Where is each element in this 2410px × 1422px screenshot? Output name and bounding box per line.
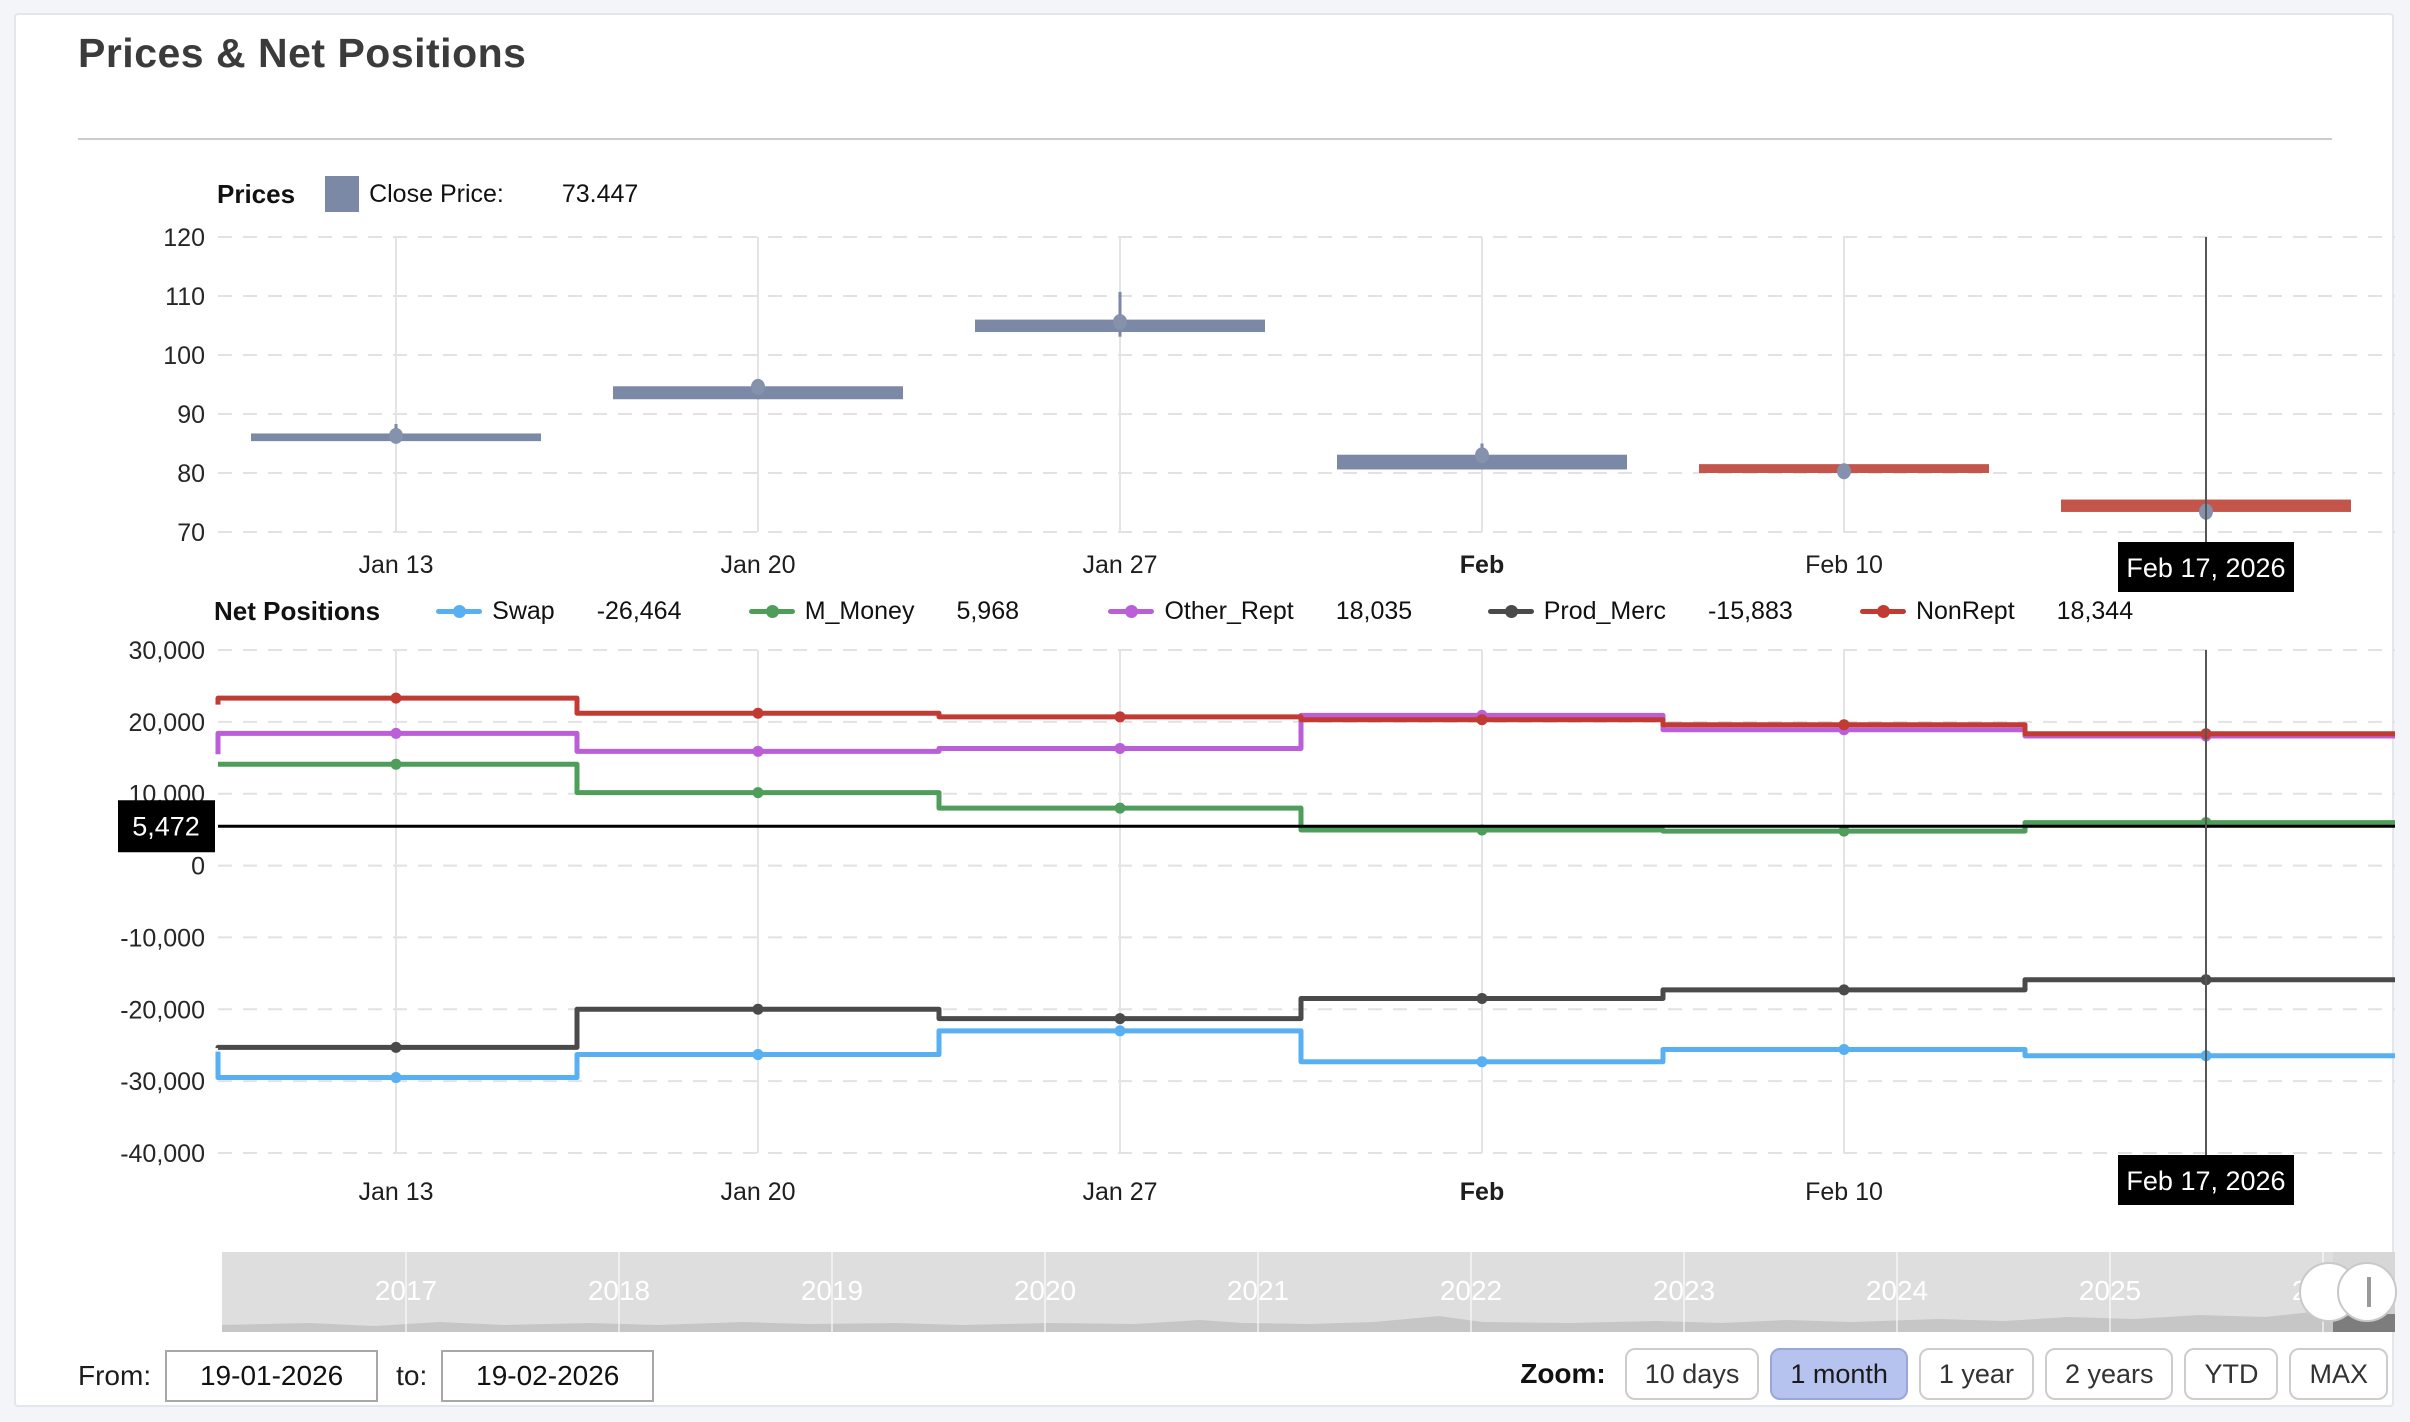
- to-label: to:: [396, 1360, 427, 1392]
- svg-text:Feb 17, 2026: Feb 17, 2026: [2126, 1166, 2285, 1196]
- zoom-buttons: 10 days1 month1 year2 yearsYTDMAX: [1614, 1348, 2388, 1400]
- series-point-swap[interactable]: [391, 1072, 402, 1083]
- price-chart: 120 110 100 90 80 70 Jan 13 Jan 20 Jan 27 Feb Feb …: [163, 224, 2395, 592]
- zoom-button-1-year[interactable]: 1 year: [1919, 1348, 2034, 1400]
- svg-text:70: 70: [177, 519, 205, 547]
- series-point-swap[interactable]: [1477, 1056, 1488, 1067]
- series-point-other_rept[interactable]: [391, 728, 402, 739]
- series-point-swap[interactable]: [1839, 1044, 1850, 1055]
- candle-jan-27[interactable]: [975, 292, 1265, 337]
- svg-text:100: 100: [163, 342, 205, 370]
- svg-text:Feb 10: Feb 10: [1805, 551, 1883, 579]
- charts-canvas: 120 110 100 90 80 70 Jan 13 Jan 20 Jan 27 Feb Feb …: [0, 0, 2410, 1422]
- svg-text:2023: 2023: [1653, 1275, 1715, 1306]
- svg-text:110: 110: [165, 283, 205, 311]
- svg-text:Jan 13: Jan 13: [358, 551, 433, 579]
- svg-text:2022: 2022: [1440, 1275, 1502, 1306]
- zoom-button-ytd[interactable]: YTD: [2184, 1348, 2278, 1400]
- series-line-swap[interactable]: [218, 1031, 2395, 1078]
- series-point-prod_merc[interactable]: [1839, 984, 1850, 995]
- svg-text:Feb: Feb: [1460, 1178, 1504, 1206]
- series-point-prod_merc[interactable]: [753, 1004, 764, 1015]
- candle-jan-20[interactable]: [613, 379, 903, 399]
- svg-text:2025: 2025: [2079, 1275, 2141, 1306]
- series-point-other_rept[interactable]: [1115, 743, 1126, 754]
- zoom-button-10-days[interactable]: 10 days: [1625, 1348, 1760, 1400]
- series-point-nonrept[interactable]: [1115, 711, 1126, 722]
- series-point-swap[interactable]: [753, 1049, 764, 1060]
- candle-feb-10[interactable]: [1699, 463, 1989, 479]
- series-point-m_money[interactable]: [391, 759, 402, 770]
- navigator[interactable]: 2017201820192020202120222023202420252026: [222, 1252, 2396, 1332]
- svg-text:-40,000: -40,000: [120, 1140, 205, 1168]
- series-point-nonrept[interactable]: [1839, 719, 1850, 730]
- zoom-controls: Zoom: 10 days1 month1 year2 yearsYTDMAX: [1520, 1348, 2388, 1400]
- svg-text:2021: 2021: [1227, 1275, 1289, 1306]
- series-point-nonrept[interactable]: [1477, 714, 1488, 725]
- series-point-other_rept[interactable]: [753, 746, 764, 757]
- date-range-controls: From: to:: [78, 1350, 654, 1402]
- navigator-handle-right[interactable]: [2338, 1263, 2396, 1321]
- svg-text:Jan 27: Jan 27: [1082, 1178, 1157, 1206]
- svg-text:2020: 2020: [1014, 1275, 1076, 1306]
- series-line-prod_merc[interactable]: [218, 980, 2395, 1048]
- series-line-m_money[interactable]: [218, 764, 2395, 831]
- series-point-prod_merc[interactable]: [391, 1042, 402, 1053]
- svg-text:-30,000: -30,000: [120, 1068, 205, 1096]
- svg-text:5,472: 5,472: [132, 811, 200, 841]
- to-date-input[interactable]: [441, 1350, 654, 1402]
- series-point-swap[interactable]: [1115, 1025, 1126, 1036]
- svg-text:90: 90: [177, 401, 205, 429]
- series-point-nonrept[interactable]: [391, 693, 402, 704]
- series-point-prod_merc[interactable]: [1115, 1013, 1126, 1024]
- svg-text:Jan 27: Jan 27: [1082, 551, 1157, 579]
- svg-text:2024: 2024: [1866, 1275, 1928, 1306]
- date-tooltip-net: Feb 17, 2026: [2118, 1155, 2294, 1205]
- zoom-button-2-years[interactable]: 2 years: [2045, 1348, 2174, 1400]
- svg-text:2018: 2018: [588, 1275, 650, 1306]
- svg-text:Jan 20: Jan 20: [720, 551, 795, 579]
- svg-text:-10,000: -10,000: [120, 924, 205, 952]
- svg-text:Feb 17, 2026: Feb 17, 2026: [2126, 553, 2285, 583]
- zoom-label: Zoom:: [1520, 1358, 1606, 1390]
- candle-jan-13[interactable]: [251, 424, 541, 444]
- svg-text:2019: 2019: [801, 1275, 863, 1306]
- series-point-prod_merc[interactable]: [1477, 993, 1488, 1004]
- series-point-nonrept[interactable]: [753, 708, 764, 719]
- from-label: From:: [78, 1360, 151, 1392]
- svg-text:Jan 13: Jan 13: [358, 1178, 433, 1206]
- series-point-m_money[interactable]: [753, 787, 764, 798]
- crosshair-value-label: 5,472: [118, 800, 215, 852]
- svg-text:2017: 2017: [375, 1275, 437, 1306]
- svg-text:0: 0: [191, 853, 205, 881]
- svg-text:Feb: Feb: [1460, 551, 1504, 579]
- svg-text:20,000: 20,000: [129, 709, 205, 737]
- svg-text:30,000: 30,000: [129, 637, 205, 665]
- series-point-m_money[interactable]: [1115, 803, 1126, 814]
- candle-feb[interactable]: [1337, 444, 1627, 470]
- svg-text:-20,000: -20,000: [120, 996, 205, 1024]
- svg-text:80: 80: [177, 460, 205, 488]
- from-date-input[interactable]: [165, 1350, 378, 1402]
- svg-text:Feb 10: Feb 10: [1805, 1178, 1883, 1206]
- zoom-button-1-month[interactable]: 1 month: [1770, 1348, 1908, 1400]
- date-tooltip-price: Feb 17, 2026: [2118, 542, 2294, 592]
- svg-text:Jan 20: Jan 20: [720, 1178, 795, 1206]
- net-positions-chart: 30,00020,00010,0000-10,000-20,000-30,000…: [118, 637, 2395, 1206]
- zoom-button-max[interactable]: MAX: [2289, 1348, 2388, 1400]
- svg-text:120: 120: [163, 224, 205, 252]
